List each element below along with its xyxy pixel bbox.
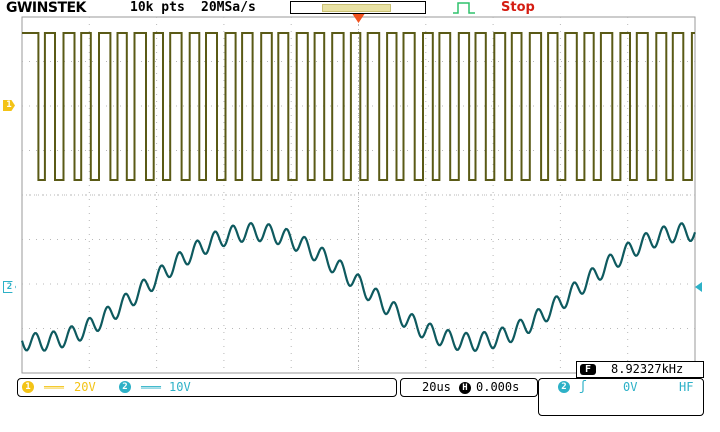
dc-coupling-icon: ═══: [141, 381, 161, 394]
horizontal-position-icon: H: [459, 382, 471, 394]
ch1-badge[interactable]: 1: [22, 381, 34, 393]
ch2-badge[interactable]: 2: [119, 381, 131, 393]
ch2-waveform: [20, 221, 697, 353]
trigger-panel: 2 ʃ 0V HF: [538, 378, 704, 416]
ch2-scale: 10V: [169, 380, 191, 394]
trigger-level-marker: [695, 282, 702, 292]
frequency-measurement: F 8.92327kHz: [576, 361, 704, 378]
ch1-scale: 20V: [74, 380, 96, 394]
measurement-label: F: [580, 364, 596, 375]
frequency-value: 8.92327kHz: [611, 362, 684, 376]
trigger-coupling: HF: [679, 380, 694, 394]
time-per-division: 20us: [422, 380, 451, 394]
oscilloscope-screen: GWINSTEK 10k pts 20MSa/s Stop 1 2 F 8.92…: [0, 0, 720, 432]
trigger-source-badge[interactable]: 2: [558, 381, 570, 393]
rising-edge-icon: ʃ: [579, 379, 587, 394]
trigger-level: 0V: [623, 380, 638, 394]
channel-info-panel: 1 ═══ 20V 2 ═══ 10V: [17, 378, 397, 397]
horizontal-position: 0.000s: [476, 380, 520, 394]
trigger-position-marker: [352, 14, 365, 23]
dc-coupling-icon: ═══: [44, 381, 64, 394]
timebase-panel: 20us H 0.000s: [400, 378, 538, 397]
